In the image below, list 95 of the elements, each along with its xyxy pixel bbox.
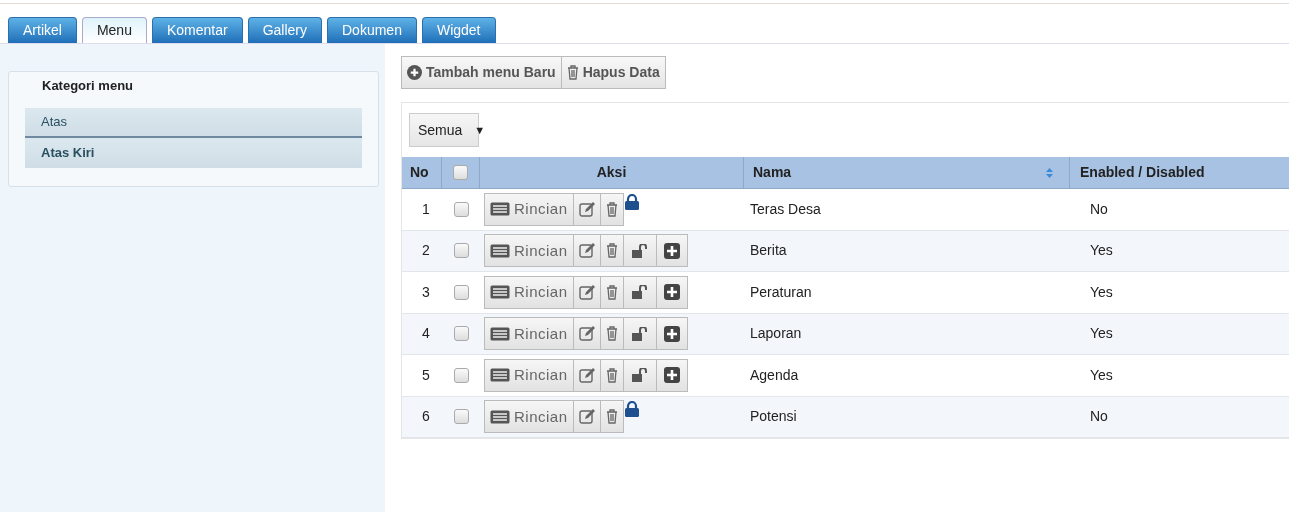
detail-button[interactable]: Rincian [485,359,574,391]
detail-button[interactable]: Rincian [485,276,574,308]
plus-square-icon [663,367,680,384]
checkbox[interactable] [453,326,469,342]
table-cell-text: Yes [1089,241,1114,261]
trash-icon [605,409,618,425]
list-icon [490,326,510,341]
detail-button[interactable]: Rincian [485,193,574,225]
checkbox[interactable] [453,284,469,300]
edit-icon [578,201,595,217]
table-cell-text: Agenda [749,365,800,385]
plus-square-icon [663,242,680,259]
edit-icon [578,409,595,425]
plus-square-icon [663,325,680,342]
detail-button[interactable]: Rincian [485,401,574,433]
edit-icon [578,367,595,383]
tab[interactable]: Dokumen [327,17,417,43]
checkbox[interactable] [453,243,469,259]
table-cell-text: 1 [421,199,431,219]
unlock-button[interactable] [623,359,657,391]
column-header[interactable]: Nama [744,157,1070,188]
delete-button[interactable] [600,359,624,391]
unlocked-padlock-icon [631,326,648,341]
delete-data-button[interactable]: Hapus Data [561,57,665,88]
tab[interactable]: Komentar [151,17,243,43]
sort-icon [1046,167,1053,178]
table-cell-text: No [1089,199,1109,219]
plus-square-icon [663,284,680,301]
tab[interactable]: Wigdet [421,17,496,43]
table-cell-text: 4 [421,324,431,344]
table-cell-text: Yes [1089,365,1114,385]
edit-icon [578,284,595,300]
table-cell-text: 2 [421,241,431,261]
delete-button[interactable] [600,276,624,308]
checkbox[interactable] [453,367,469,383]
list-icon [490,202,510,217]
add-submenu-button[interactable] [656,359,688,391]
table-cell-text: 6 [421,407,431,427]
add-submenu-button[interactable] [656,235,688,267]
trash-icon [605,243,618,259]
edit-button[interactable] [573,359,601,391]
edit-button[interactable] [573,276,601,308]
column-header: Enabled / Disabled [1079,163,1206,182]
add-submenu-button[interactable] [656,318,688,350]
list-icon [490,243,510,258]
trash-icon [605,201,618,217]
trash-icon [566,65,579,80]
table-cell-text: Yes [1089,282,1114,302]
list-icon [490,368,510,383]
add-submenu-button[interactable] [656,276,688,308]
edit-button[interactable] [573,235,601,267]
table-cell-text: 5 [421,365,431,385]
table-cell-text: No [1089,407,1109,427]
checkbox[interactable] [453,201,469,217]
unlock-button[interactable] [623,276,657,308]
unlock-button[interactable] [623,235,657,267]
delete-button[interactable] [600,193,624,225]
edit-button[interactable] [573,401,601,433]
trash-icon [605,367,618,383]
delete-button[interactable] [600,401,624,433]
delete-button[interactable] [600,318,624,350]
plus-circle-icon [407,65,422,80]
tab[interactable]: Menu [81,17,147,43]
edit-button[interactable] [573,318,601,350]
trash-icon [605,326,618,342]
table-cell-text: Peraturan [749,282,813,302]
panel-title: Kategori menu [41,77,134,95]
edit-button[interactable] [573,193,601,225]
unlocked-padlock-icon [631,243,648,258]
delete-button[interactable] [600,235,624,267]
edit-icon [578,326,595,342]
edit-icon [578,243,595,259]
detail-button[interactable]: Rincian [485,318,574,350]
table-cell-text: Berita [749,241,788,261]
table-cell-text: Teras Desa [749,199,822,219]
list-icon [490,409,510,424]
checkbox[interactable] [453,409,469,425]
unlocked-padlock-icon [631,368,648,383]
unlock-button[interactable] [623,318,657,350]
column-header: No [402,157,442,188]
table-cell-text: Laporan [749,324,803,344]
category-item[interactable]: Atas Kiri [25,137,362,168]
table-cell-text: Potensi [749,407,798,427]
checkbox[interactable] [453,165,468,180]
tab[interactable]: Gallery [247,17,322,43]
column-header: Aksi [480,157,744,188]
detail-button[interactable]: Rincian [485,235,574,267]
unlocked-padlock-icon [631,285,648,300]
category-item[interactable]: Atas [25,107,362,138]
add-menu-button[interactable]: Tambah menu Baru [402,57,562,88]
trash-icon [605,284,618,300]
table-cell-text: 3 [421,282,431,302]
tab[interactable]: Artikel [8,17,77,43]
list-icon [490,285,510,300]
table-cell-text: Yes [1089,324,1114,344]
